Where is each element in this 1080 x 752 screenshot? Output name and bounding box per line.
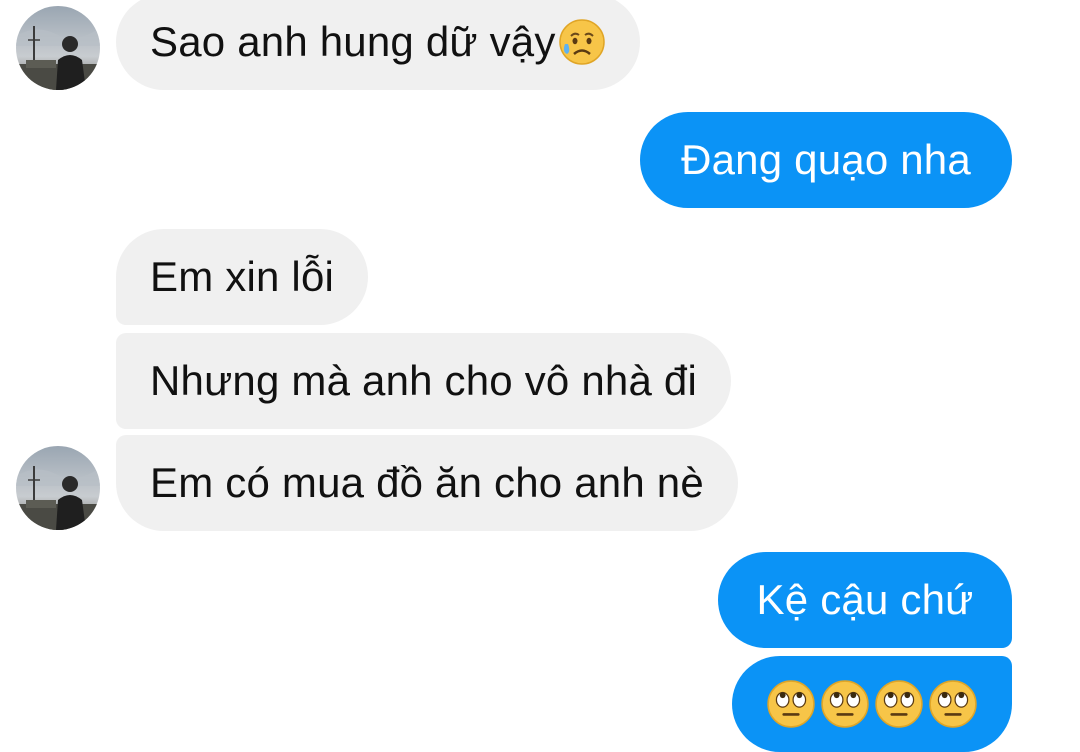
face-with-rolling-eyes-icon: [821, 680, 869, 728]
message-bubble-outgoing[interactable]: Đang quạo nha: [640, 112, 1012, 208]
avatar-photo: [16, 6, 100, 90]
message-bubble-incoming[interactable]: Sao anh hung dữ vậy: [116, 0, 640, 90]
face-with-rolling-eyes-icon: [929, 680, 977, 728]
contact-avatar[interactable]: [16, 6, 100, 90]
avatar-photo: [16, 446, 100, 530]
message-bubble-outgoing[interactable]: Kệ cậu chứ: [718, 552, 1012, 648]
message-text: Nhưng mà anh cho vô nhà đi: [150, 357, 697, 404]
message-bubble-incoming[interactable]: Em xin lỗi: [116, 229, 369, 325]
message-text: Đang quạo nha: [681, 136, 971, 183]
message-text: Kệ cậu chứ: [756, 576, 974, 623]
face-with-rolling-eyes-icon: [875, 680, 923, 728]
sad-relieved-face-icon: [558, 19, 605, 65]
contact-avatar[interactable]: [16, 446, 100, 530]
message-text: Em xin lỗi: [150, 253, 335, 300]
message-text: Em có mua đồ ăn cho anh nè: [150, 459, 704, 506]
face-with-rolling-eyes-icon: [767, 680, 815, 728]
message-bubble-incoming[interactable]: Nhưng mà anh cho vô nhà đi: [116, 333, 731, 429]
emoji-message-bubble[interactable]: [732, 656, 1012, 752]
message-text: Sao anh hung dữ vậy: [150, 18, 556, 65]
message-bubble-incoming[interactable]: Em có mua đồ ăn cho anh nè: [116, 435, 738, 531]
emoji-row: [766, 679, 978, 729]
